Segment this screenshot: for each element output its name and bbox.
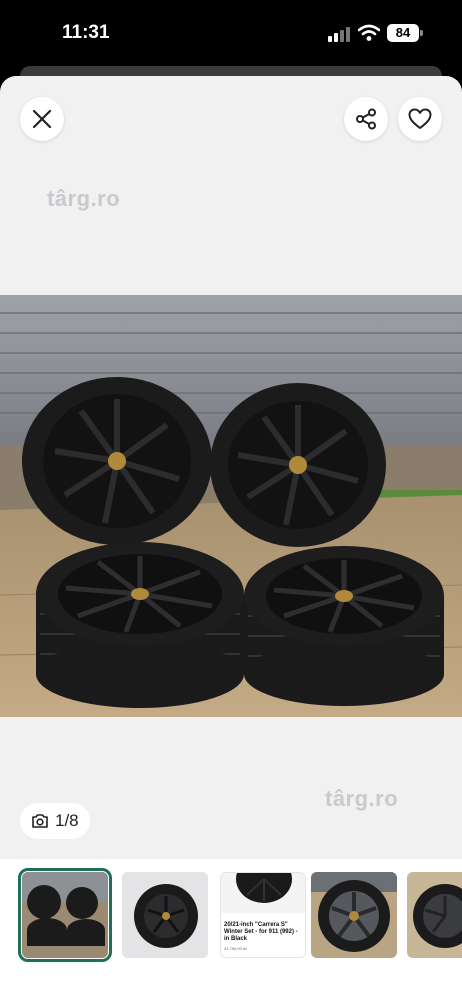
- thumbnail-5-image: [407, 872, 462, 958]
- close-icon: [32, 109, 52, 129]
- photo-counter-label: 1/8: [55, 811, 79, 830]
- thumbnail-1[interactable]: [18, 868, 112, 962]
- thumbnail-4-image: [311, 872, 397, 958]
- thumbnail-3-title: 20/21-inch "Carrera S" Winter Set - for …: [224, 922, 298, 942]
- camera-icon: [32, 814, 48, 828]
- thumbnail-4[interactable]: [311, 872, 397, 958]
- battery-tip: [420, 30, 423, 36]
- close-button[interactable]: [20, 97, 64, 141]
- heart-icon: [408, 108, 432, 129]
- image-viewer-sheet: târg.ro târg.ro 1/8 20/21-inch "Carrera …: [0, 76, 462, 1000]
- thumbnail-2[interactable]: [122, 872, 208, 958]
- photo-counter: 1/8: [20, 803, 90, 839]
- thumbnail-3-image: [221, 873, 305, 913]
- watermark-bottom: târg.ro: [325, 786, 399, 811]
- thumbnail-2-image: [122, 872, 208, 958]
- watermark-top: târg.ro: [47, 186, 121, 211]
- thumbnail-3[interactable]: 20/21-inch "Carrera S" Winter Set - for …: [220, 872, 306, 958]
- listing-photo[interactable]: [0, 295, 462, 717]
- status-bar: 11:31 84: [0, 0, 462, 66]
- battery-level: 84: [387, 24, 419, 42]
- wifi-icon: [358, 24, 380, 41]
- thumbnail-strip: 20/21-inch "Carrera S" Winter Set - for …: [0, 859, 462, 1000]
- thumbnail-5[interactable]: [407, 872, 462, 958]
- wheels-photo-image: [0, 295, 462, 717]
- share-icon: [356, 108, 376, 130]
- thumbnail-3-price: 41.790,00 lei: [224, 946, 247, 951]
- share-button[interactable]: [344, 97, 388, 141]
- status-time: 11:31: [62, 22, 110, 43]
- thumbnail-1-image: [22, 872, 108, 958]
- favorite-button[interactable]: [398, 97, 442, 141]
- signal-icon: [328, 26, 352, 42]
